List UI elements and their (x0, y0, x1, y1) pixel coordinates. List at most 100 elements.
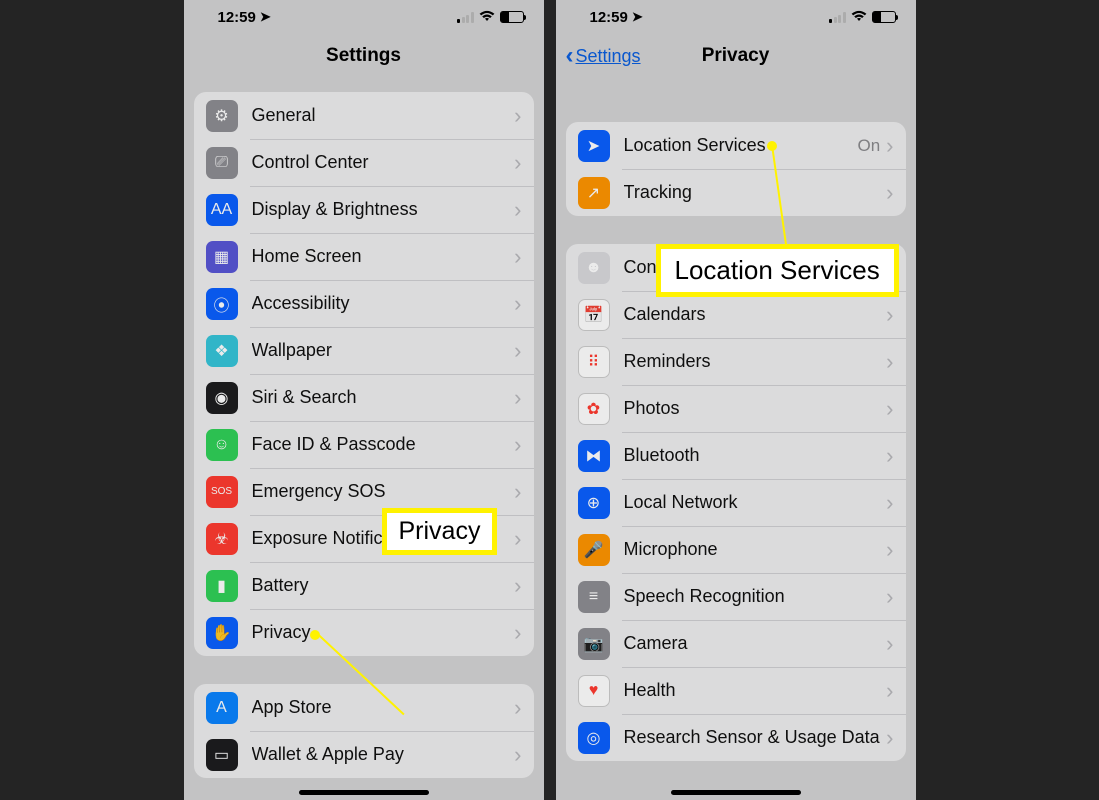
row-home-screen[interactable]: ▦Home Screen› (194, 233, 534, 280)
tracking-icon: ↗ (578, 177, 610, 209)
row-local-network[interactable]: ⊕Local Network› (566, 479, 906, 526)
row-label: App Store (252, 697, 515, 718)
chevron-right-icon: › (514, 479, 521, 505)
chevron-right-icon: › (514, 385, 521, 411)
row-label: Control Center (252, 152, 515, 173)
row-label: Battery (252, 575, 515, 596)
row-health[interactable]: ♥Health› (566, 667, 906, 714)
health-icon: ♥ (578, 675, 610, 707)
row-label: Calendars (624, 304, 887, 325)
row-wallet-apple-pay[interactable]: ▭Wallet & Apple Pay› (194, 731, 534, 778)
chevron-right-icon: › (514, 150, 521, 176)
exposure-notifications-icon: ☣ (206, 523, 238, 555)
settings-list[interactable]: ⚙General›⎚Control Center› AA Display & Bri… (184, 82, 544, 800)
row-label: Home Screen (252, 246, 515, 267)
row-label: Camera (624, 633, 887, 654)
chevron-right-icon: › (514, 291, 521, 317)
row-label: Emergency SOS (252, 481, 515, 502)
row-label: Privacy (252, 622, 515, 643)
row-label: Display & Brightness (252, 199, 515, 220)
callout-dot (767, 141, 777, 151)
row-bluetooth[interactable]: ⧓Bluetooth› (566, 432, 906, 479)
wifi-icon (479, 10, 495, 25)
row-wallpaper[interactable]: ❖Wallpaper› (194, 327, 534, 374)
row-research-sensor-usage-data[interactable]: ◎Research Sensor & Usage Data› (566, 714, 906, 761)
row-general[interactable]: ⚙General› (194, 92, 534, 139)
privacy-group-categories: ☻Contacts›📅Calendars›⠿Reminders›✿Photos›… (566, 244, 906, 761)
app-store-icon: A (206, 692, 238, 724)
status-time: 12:59 (590, 9, 628, 26)
speech-recognition-icon: ≡ (578, 581, 610, 613)
row-calendars[interactable]: 📅 Calendars› (566, 291, 906, 338)
status-bar: 12:59 ➤ (184, 0, 544, 30)
wifi-icon (851, 10, 867, 25)
chevron-right-icon: › (886, 302, 893, 328)
row-app-store[interactable]: A App Store› (194, 684, 534, 731)
contacts-icon: ☻ (578, 252, 610, 284)
row-label: Siri & Search (252, 387, 515, 408)
home-indicator[interactable] (299, 790, 429, 795)
face-id-passcode-icon: ☺ (206, 429, 238, 461)
siri-search-icon: ◉ (206, 382, 238, 414)
settings-group-main: ⚙General›⎚Control Center› AA Display & Bri… (194, 92, 534, 656)
back-button[interactable]: ‹ Settings (566, 44, 641, 68)
chevron-right-icon: › (514, 620, 521, 646)
chevron-right-icon: › (886, 490, 893, 516)
row-privacy[interactable]: ✋ Privacy› (194, 609, 534, 656)
row-battery[interactable]: ▮Battery› (194, 562, 534, 609)
row-label: Wallet & Apple Pay (252, 744, 515, 765)
home-indicator[interactable] (671, 790, 801, 795)
callout-privacy: Privacy (382, 508, 498, 555)
back-label: Settings (576, 46, 641, 67)
chevron-right-icon: › (514, 695, 521, 721)
row-control-center[interactable]: ⎚Control Center› (194, 139, 534, 186)
chevron-right-icon: › (514, 526, 521, 552)
row-label: Face ID & Passcode (252, 434, 515, 455)
row-microphone[interactable]: 🎤 Microphone› (566, 526, 906, 573)
row-label: Tracking (624, 182, 887, 203)
settings-group-store: A App Store› ▭Wallet & Apple Pay› (194, 684, 534, 778)
row-speech-recognition[interactable]: ≡Speech Recognition› (566, 573, 906, 620)
row-siri-search[interactable]: ◉ Siri & Search› (194, 374, 534, 421)
battery-icon (872, 11, 896, 23)
emergency-sos-icon: SOS (206, 476, 238, 508)
chevron-right-icon: › (886, 725, 893, 751)
microphone-icon: 🎤 (578, 534, 610, 566)
chevron-right-icon: › (514, 573, 521, 599)
signal-icon (457, 12, 474, 23)
reminders-icon: ⠿ (578, 346, 610, 378)
calendars-icon: 📅 (578, 299, 610, 331)
row-label: Microphone (624, 539, 887, 560)
chevron-right-icon: › (886, 180, 893, 206)
accessibility-icon: ⦿ (206, 288, 238, 320)
row-label: Bluetooth (624, 445, 887, 466)
row-display-brightness[interactable]: AA Display & Brightness› (194, 186, 534, 233)
chevron-right-icon: › (886, 349, 893, 375)
photos-icon: ✿ (578, 393, 610, 425)
row-reminders[interactable]: ⠿Reminders› (566, 338, 906, 385)
row-face-id-passcode[interactable]: ☺Face ID & Passcode› (194, 421, 534, 468)
row-location-services[interactable]: ➤Location ServicesOn› (566, 122, 906, 169)
home-screen-icon: ▦ (206, 241, 238, 273)
row-accessibility[interactable]: ⦿ Accessibility› (194, 280, 534, 327)
privacy-group-location: ➤Location ServicesOn›↗Tracking› (566, 122, 906, 216)
chevron-right-icon: › (514, 197, 521, 223)
row-photos[interactable]: ✿Photos› (566, 385, 906, 432)
row-camera[interactable]: 📷Camera› (566, 620, 906, 667)
location-arrow-icon: ➤ (260, 9, 271, 25)
display-brightness-icon: AA (206, 194, 238, 226)
row-label: Health (624, 680, 887, 701)
row-tracking[interactable]: ↗ Tracking› (566, 169, 906, 216)
privacy-icon: ✋ (206, 617, 238, 649)
privacy-list[interactable]: ➤Location ServicesOn›↗Tracking› ☻Contact… (556, 82, 916, 800)
row-label: Accessibility (252, 293, 515, 314)
row-label: General (252, 105, 515, 126)
chevron-right-icon: › (886, 537, 893, 563)
chevron-right-icon: › (886, 133, 893, 159)
page-title: Settings (326, 45, 401, 67)
row-label: Speech Recognition (624, 586, 887, 607)
bluetooth-icon: ⧓ (578, 440, 610, 472)
local-network-icon: ⊕ (578, 487, 610, 519)
row-label: Wallpaper (252, 340, 515, 361)
callout-location-services: Location Services (656, 244, 899, 297)
